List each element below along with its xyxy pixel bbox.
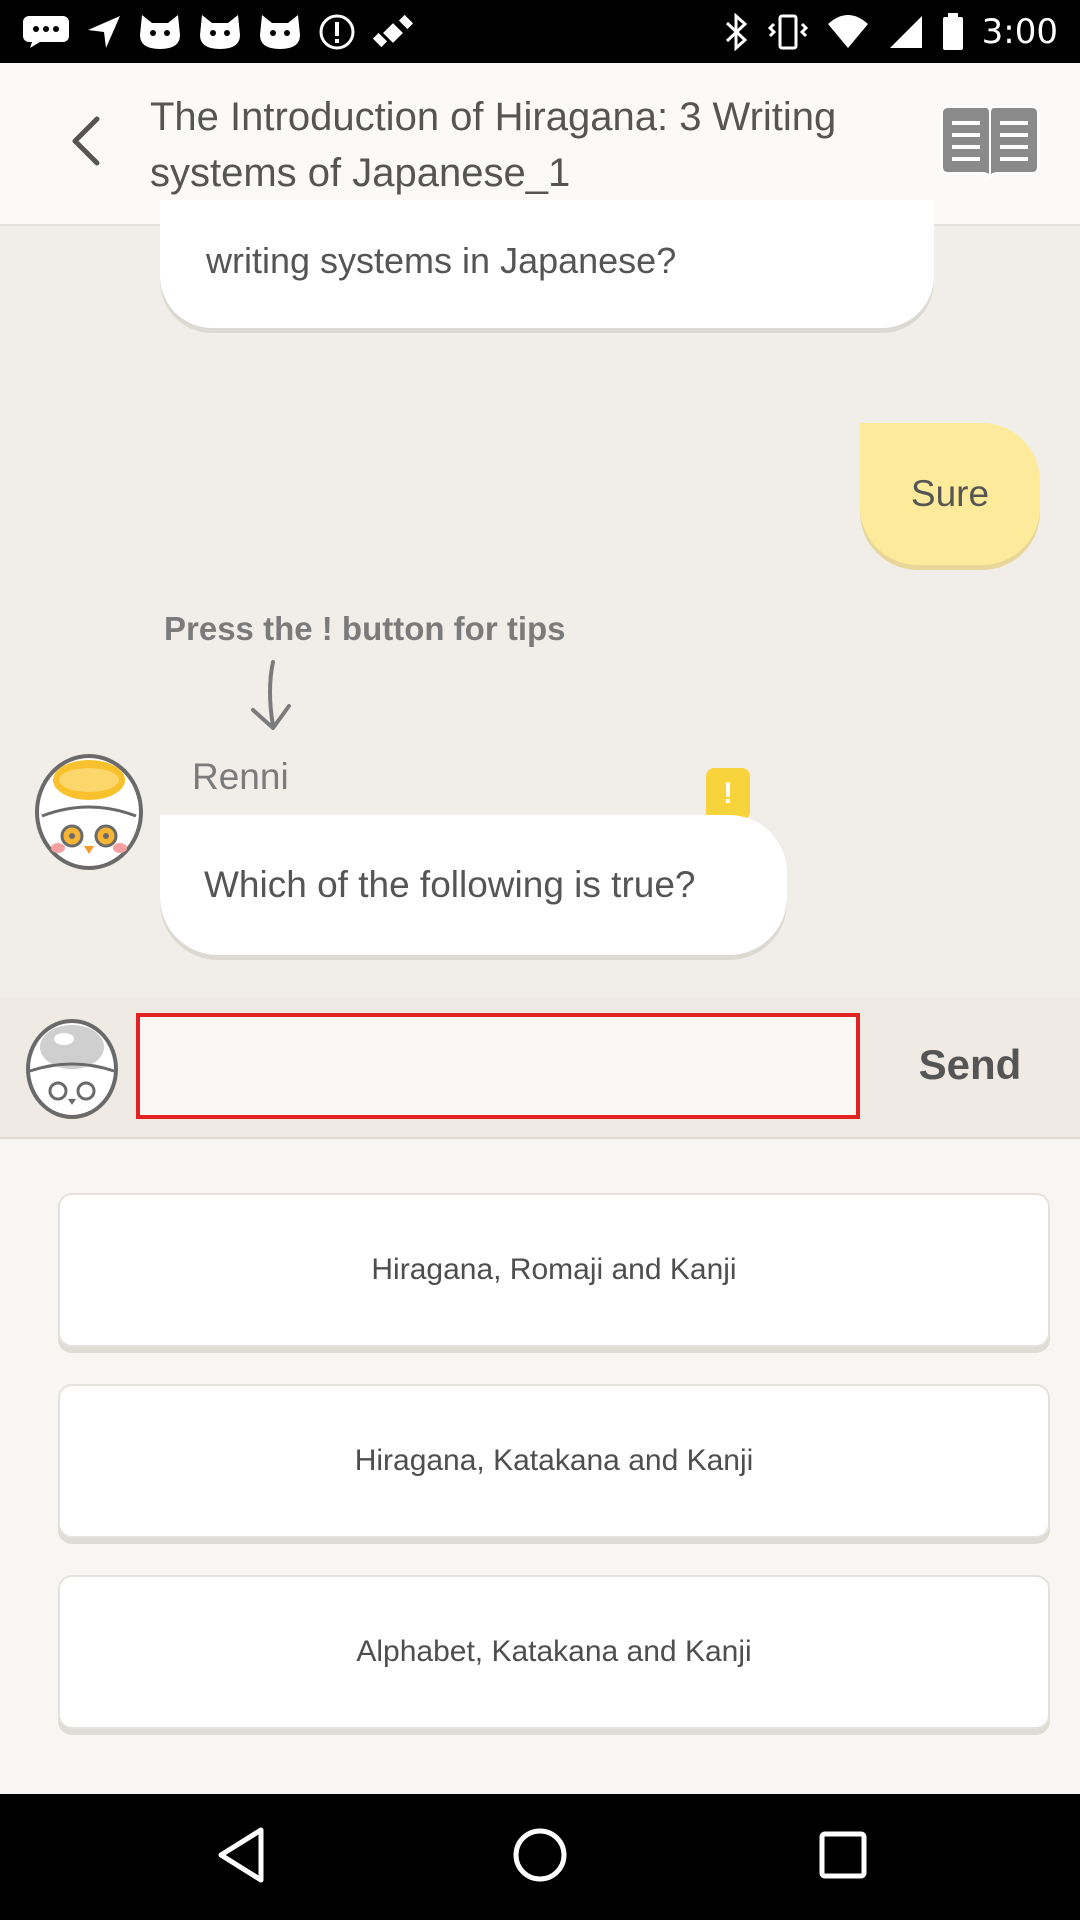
wifi-icon: [826, 14, 870, 50]
answer-input[interactable]: [136, 1013, 860, 1119]
signal-icon: [888, 14, 924, 50]
previous-message-bubble: writing systems in Japanese?: [160, 200, 934, 328]
status-left-icons: [22, 10, 414, 54]
answer-options: Hiragana, Romaji and Kanji Hiragana, Kat…: [0, 1139, 1080, 1794]
system-nav-bar: [0, 1794, 1080, 1920]
fake-gps-icon: [372, 12, 414, 52]
send-button[interactable]: Send: [895, 1025, 1045, 1105]
back-button[interactable]: [52, 108, 122, 178]
page-title: The Introduction of Hiragana: 3 Writing …: [150, 95, 837, 195]
option-button[interactable]: Hiragana, Katakana and Kanji: [58, 1384, 1050, 1538]
vibrate-icon: [767, 12, 808, 52]
cat-icon: [258, 13, 302, 51]
recents-square-icon: [818, 1830, 868, 1885]
nav-home-button[interactable]: [505, 1822, 575, 1892]
status-bar: 3:00: [0, 0, 1080, 63]
option-button[interactable]: Alphabet, Katakana and Kanji: [58, 1575, 1050, 1729]
bluetooth-icon: [724, 12, 750, 52]
question-text: Which of the following is true?: [204, 864, 696, 905]
status-time: 3:00: [981, 12, 1058, 52]
navigation-icon: [86, 14, 122, 50]
nav-back-button[interactable]: [206, 1822, 276, 1892]
option-button[interactable]: Hiragana, Romaji and Kanji: [58, 1193, 1050, 1347]
lesson-notes-button[interactable]: [938, 103, 1042, 187]
answer-input-bar: Send: [0, 997, 1080, 1139]
user-avatar: [24, 1015, 120, 1119]
tips-hint: Press the ! button for tips: [164, 610, 566, 647]
user-reply-text: Sure: [910, 473, 990, 514]
user-reply-bubble: Sure: [860, 423, 1040, 565]
alert-icon: [318, 13, 356, 51]
back-triangle-icon: [215, 1826, 267, 1889]
home-circle-icon: [512, 1827, 568, 1888]
cat-icon: [198, 13, 242, 51]
nav-recents-button[interactable]: [808, 1822, 878, 1892]
chevron-left-icon: [67, 115, 107, 172]
cat-icon: [138, 13, 182, 51]
tip-button[interactable]: !: [706, 768, 750, 820]
renni-avatar: [34, 750, 144, 870]
previous-message-text: writing systems in Japanese?: [206, 240, 677, 281]
question-bubble: Which of the following is true?: [160, 815, 787, 955]
battery-icon: [942, 13, 964, 51]
status-right-icons: 3:00: [724, 10, 1058, 54]
arrow-down-icon: [245, 660, 295, 737]
messages-icon: [22, 15, 70, 49]
open-book-icon: [938, 103, 1042, 188]
speaker-name: Renni: [192, 756, 289, 797]
